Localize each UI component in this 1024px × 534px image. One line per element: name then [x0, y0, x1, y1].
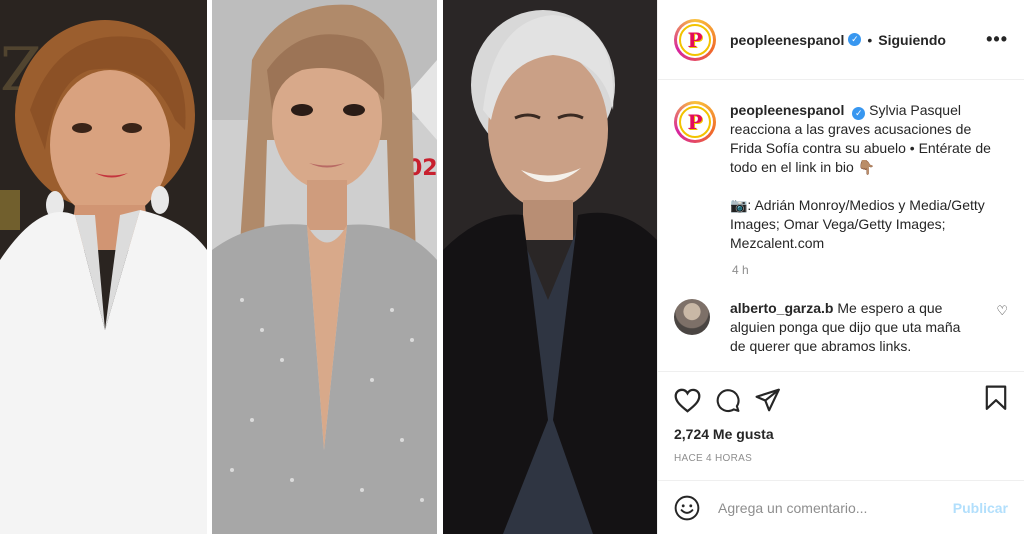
photo-panel-middle: 02: [212, 0, 437, 534]
like-heart-icon[interactable]: [674, 388, 701, 413]
caption-time[interactable]: 4 h: [732, 263, 1008, 277]
photo-panel-right: [443, 0, 657, 534]
commenter-username[interactable]: alberto_garza.b: [730, 300, 833, 316]
photo-panel-left: Z: [0, 0, 207, 534]
comment-input[interactable]: [718, 499, 933, 516]
post-caption: P peopleenespanol ✓ Sylvia Pasquel reacc…: [674, 101, 1008, 253]
header-separator: •: [867, 31, 873, 48]
action-bar: [674, 372, 1008, 428]
caption-avatar[interactable]: P: [674, 101, 716, 143]
likes-count[interactable]: 2,724 Me gusta: [674, 426, 1008, 442]
more-options-icon[interactable]: •••: [986, 29, 1008, 50]
comment-like-heart-icon[interactable]: ♡: [996, 303, 1008, 319]
commenter-avatar[interactable]: [674, 299, 710, 335]
caption-username[interactable]: peopleenespanol: [730, 102, 844, 118]
publish-button[interactable]: Publicar: [953, 500, 1008, 516]
add-comment-bar: Publicar: [658, 480, 1024, 534]
photo-man-white-hair: [443, 0, 657, 534]
verified-badge-icon: ✓: [848, 33, 862, 46]
comment-item: alberto_garza.b Me espero a que alguien …: [674, 299, 1008, 356]
following-button[interactable]: Siguiendo: [878, 32, 946, 48]
caption-text: peopleenespanol ✓ Sylvia Pasquel reaccio…: [730, 101, 1005, 253]
post-actions-section: 2,724 Me gusta HACE 4 HORAS: [658, 371, 1024, 464]
profile-avatar[interactable]: P: [674, 18, 716, 61]
avatar-logo-letter: P: [687, 27, 703, 52]
caption-verified-badge-icon: ✓: [852, 107, 866, 120]
comments-area[interactable]: P peopleenespanol ✓ Sylvia Pasquel reacc…: [658, 81, 1024, 371]
share-paper-plane-icon[interactable]: [755, 388, 781, 412]
post-header: P peopleenespanol ✓ • Siguiendo •••: [658, 0, 1024, 80]
posted-timestamp[interactable]: HACE 4 HORAS: [674, 453, 1008, 464]
caption-avatar-logo-letter: P: [687, 110, 703, 134]
header-username[interactable]: peopleenespanol: [730, 32, 844, 48]
photo-woman-silver-gown: 02: [212, 0, 437, 534]
emoji-smiley-icon[interactable]: [674, 495, 700, 521]
post-sidebar: P peopleenespanol ✓ • Siguiendo ••• P pe…: [657, 0, 1024, 534]
caption-credits: 📷: Adrián Monroy/Medios y Media/Getty Im…: [730, 197, 985, 251]
instagram-post: Z 02 P peopleenespanol ✓ • Siguiendo •••…: [0, 0, 1024, 534]
comment-text: alberto_garza.b Me espero a que alguien …: [730, 299, 975, 356]
photo-woman-white-blouse: Z: [0, 0, 207, 534]
comment-bubble-icon[interactable]: [715, 388, 741, 413]
post-image[interactable]: Z 02: [0, 0, 657, 534]
save-bookmark-icon[interactable]: [984, 385, 1008, 416]
